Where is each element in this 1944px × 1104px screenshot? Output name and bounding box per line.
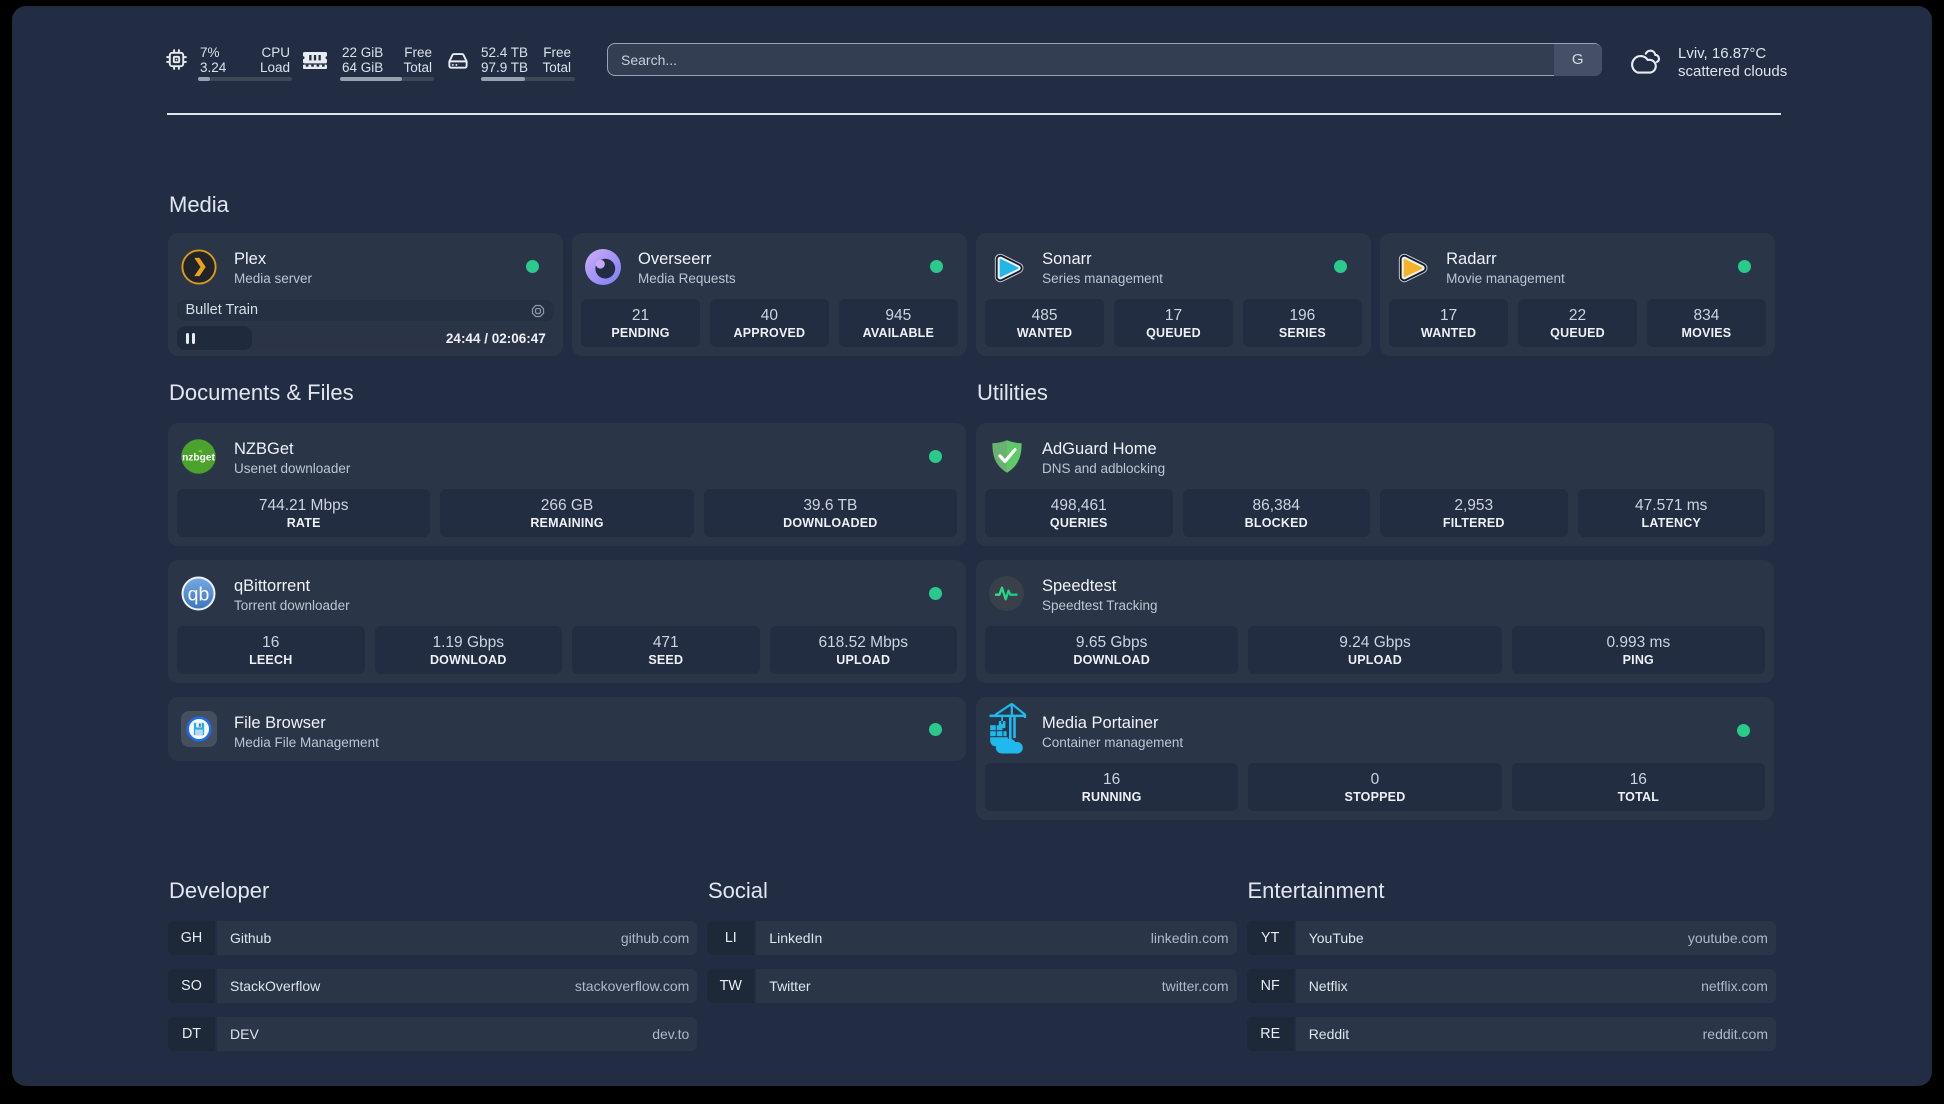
svg-text:nzbget: nzbget — [182, 452, 215, 463]
svg-text:qb: qb — [188, 583, 210, 605]
